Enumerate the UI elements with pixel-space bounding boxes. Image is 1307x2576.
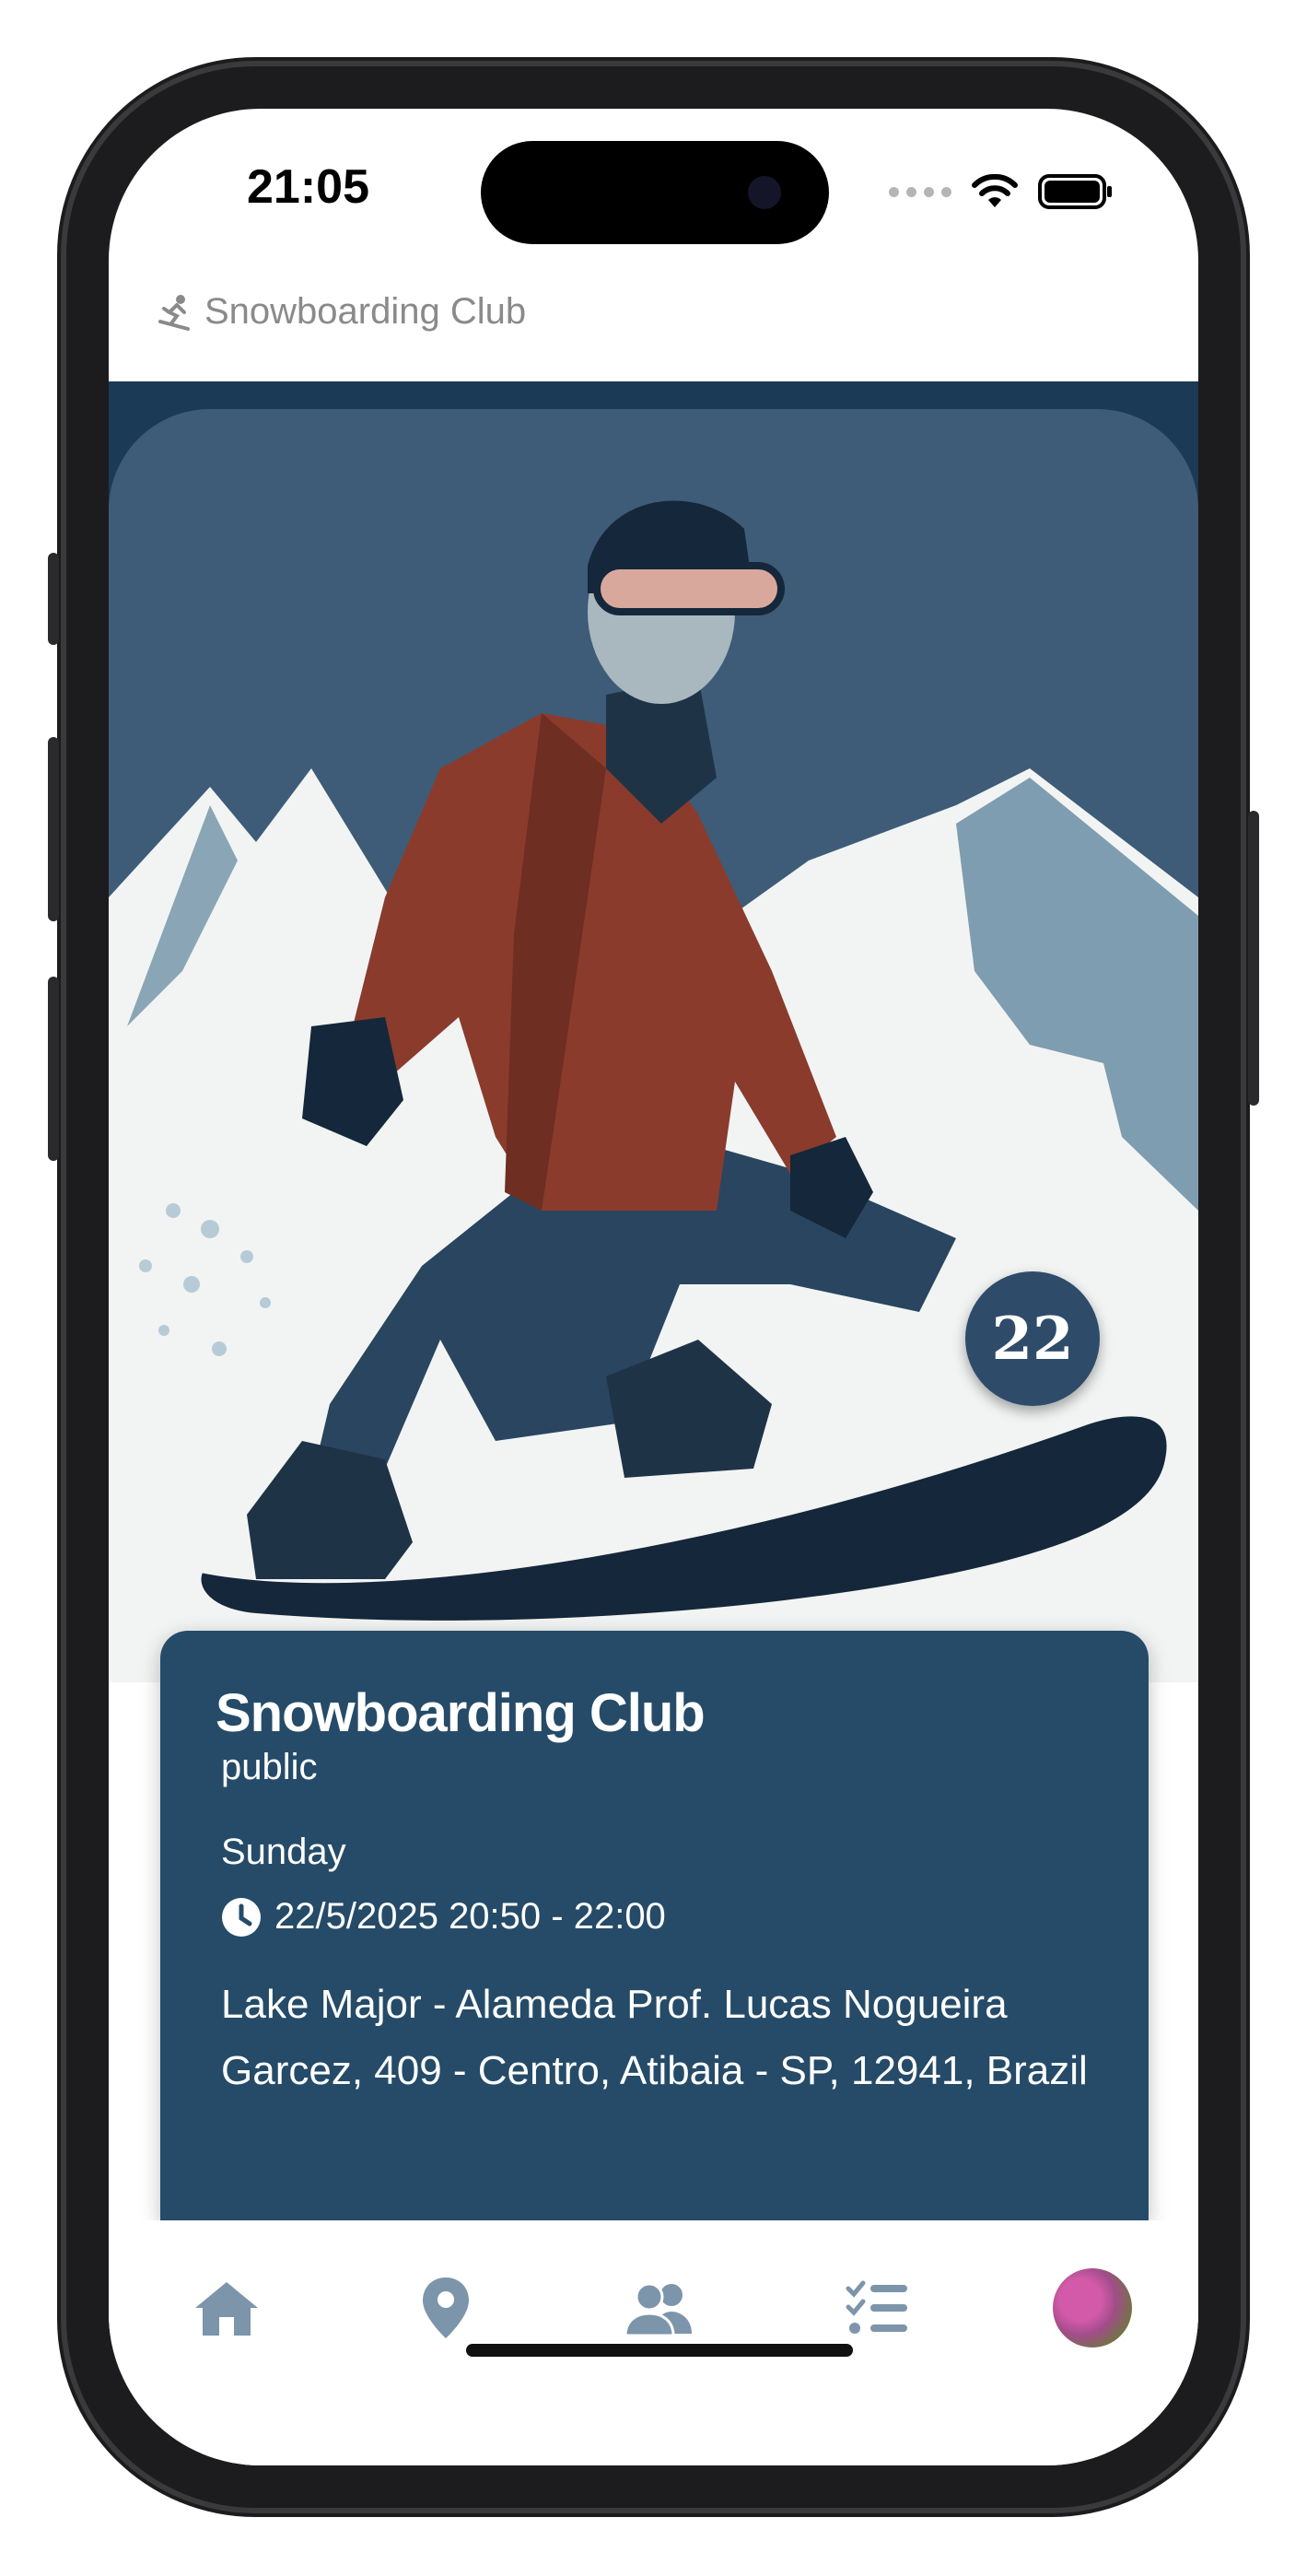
event-datetime: 22/5/2025 20:50 - 22:00 bbox=[221, 1896, 666, 1938]
location-pin-icon bbox=[423, 2277, 469, 2338]
event-name: Snowboarding Club bbox=[216, 1683, 706, 1743]
tab-map[interactable] bbox=[404, 2266, 487, 2349]
home-icon bbox=[195, 2282, 258, 2336]
snowboarder-illustration bbox=[109, 381, 1198, 1682]
event-day: Sunday bbox=[221, 1832, 346, 1872]
action-button bbox=[48, 553, 59, 645]
people-icon bbox=[624, 2282, 692, 2336]
status-icons bbox=[889, 173, 1114, 210]
dynamic-island bbox=[481, 141, 829, 244]
signal-dots-icon bbox=[889, 186, 951, 197]
event-datetime-text: 22/5/2025 20:50 - 22:00 bbox=[274, 1896, 666, 1937]
screen: 21:05 Snowboarding Club 22 Snowboarding … bbox=[109, 109, 1198, 2465]
battery-icon bbox=[1038, 174, 1112, 209]
event-count-badge: 22 bbox=[965, 1271, 1100, 1406]
volume-up-button bbox=[48, 737, 59, 921]
page-header: Snowboarding Club bbox=[157, 291, 526, 333]
bottom-tab-bar bbox=[109, 2220, 1198, 2465]
wifi-icon bbox=[972, 174, 1018, 207]
avatar bbox=[1053, 2268, 1132, 2348]
snowboarder-icon bbox=[158, 294, 190, 331]
tab-profile[interactable] bbox=[1051, 2266, 1134, 2349]
hero-image[interactable]: 22 bbox=[109, 381, 1198, 1682]
event-visibility: public bbox=[221, 1747, 318, 1787]
status-time: 21:05 bbox=[247, 160, 369, 214]
header-title: Snowboarding Club bbox=[204, 291, 527, 332]
power-button bbox=[1248, 811, 1259, 1106]
clock-icon bbox=[222, 1897, 261, 1937]
home-indicator[interactable] bbox=[466, 2344, 853, 2357]
tab-tasks[interactable] bbox=[835, 2266, 918, 2349]
event-address: Lake Major - Alameda Prof. Lucas Nogueir… bbox=[221, 1982, 1088, 2093]
checklist-icon bbox=[846, 2280, 907, 2334]
volume-down-button bbox=[48, 977, 59, 1161]
event-info-card[interactable]: Snowboarding Club public Sunday 22/5/202… bbox=[160, 1631, 1149, 2220]
tab-home[interactable] bbox=[185, 2266, 268, 2349]
tab-members[interactable] bbox=[617, 2266, 700, 2349]
